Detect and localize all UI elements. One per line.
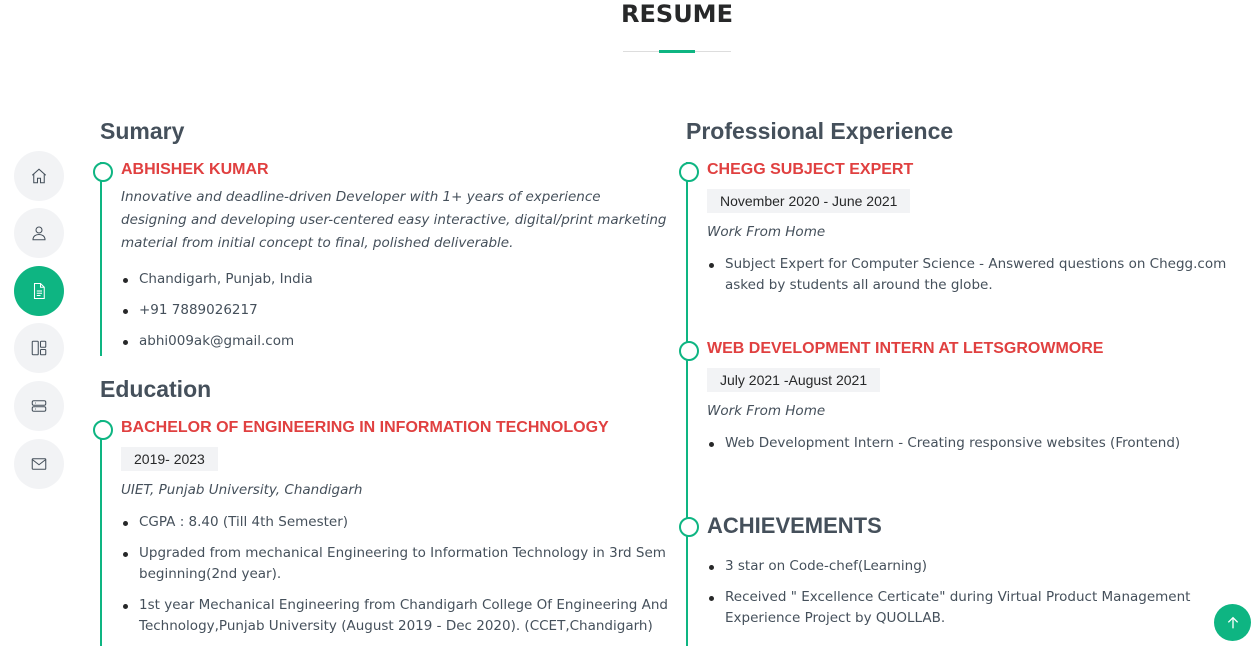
degree-title: BACHELOR OF ENGINEERING IN INFORMATION T… — [121, 419, 609, 436]
list-item: 1st year Mechanical Engineering from Cha… — [121, 595, 670, 637]
education-title: Education — [100, 376, 212, 402]
page-title: RESUME — [621, 0, 733, 28]
list-item: Subject Expert for Computer Science - An… — [707, 254, 1246, 296]
experience-points-list: Web Development Intern - Creating respon… — [707, 433, 1180, 454]
experience-role: CHEGG SUBJECT EXPERT — [707, 161, 914, 178]
user-icon — [32, 226, 46, 241]
nav-portfolio-button[interactable] — [14, 323, 64, 373]
list-item: CGPA : 8.40 (Till 4th Semester) — [121, 512, 670, 533]
envelope-icon — [31, 458, 47, 470]
summary-details-list: Chandigarh, Punjab, India +91 7889026217… — [121, 269, 670, 352]
nav-home-button[interactable] — [14, 151, 64, 201]
home-icon — [31, 168, 47, 184]
experience-location: Work From Home — [707, 224, 826, 240]
achievements-title: ACHIEVEMENTS — [707, 513, 882, 538]
experience-period: November 2020 - June 2021 — [707, 189, 911, 213]
email-text: abhi009ak@gmail.com — [121, 331, 670, 352]
list-item: 3 star on Code-chef(Learning) — [707, 556, 1246, 577]
nav-services-button[interactable] — [14, 381, 64, 431]
achievements-list: 3 star on Code-chef(Learning) Received "… — [707, 556, 1246, 629]
nav-contact-button[interactable] — [14, 439, 64, 489]
summary-description: Innovative and deadline-driven Developer… — [121, 189, 667, 251]
document-icon — [33, 282, 45, 300]
experience-location: Work From Home — [707, 403, 826, 419]
nav-about-button[interactable] — [14, 208, 64, 258]
server-icon — [31, 400, 47, 412]
achievements-item: ACHIEVEMENTS 3 star on Code-chef(Learnin… — [679, 513, 1246, 646]
education-points-list: CGPA : 8.40 (Till 4th Semester) Upgraded… — [121, 512, 670, 637]
education-item: BACHELOR OF ENGINEERING IN INFORMATION T… — [93, 419, 670, 646]
education-institution: UIET, Punjab University, Chandigarh — [121, 482, 363, 498]
location-text: Chandigarh, Punjab, India — [121, 269, 670, 290]
arrow-up-icon — [1227, 616, 1238, 628]
experience-role: WEB DEVELOPMENT INTERN AT LETSGROWMORE — [707, 340, 1104, 357]
title-accent-bar — [659, 50, 695, 53]
phone-text: +91 7889026217 — [121, 300, 670, 321]
experience-item: CHEGG SUBJECT EXPERT November 2020 - Jun… — [679, 161, 1246, 341]
experience-period: July 2021 -August 2021 — [707, 368, 881, 392]
summary-title: Sumary — [100, 118, 185, 144]
back-to-top-button[interactable] — [1214, 604, 1251, 641]
experience-title: Professional Experience — [686, 118, 954, 144]
portfolio-icon — [31, 340, 47, 356]
list-item: Web Development Intern - Creating respon… — [707, 433, 1180, 454]
nav-resume-button[interactable] — [14, 266, 64, 316]
experience-item: WEB DEVELOPMENT INTERN AT LETSGROWMORE J… — [678, 340, 1180, 517]
summary-item: ABHISHEK KUMAR Innovative and deadline-d… — [93, 161, 670, 356]
list-item: Received " Excellence Certicate" during … — [707, 587, 1246, 629]
education-years: 2019- 2023 — [121, 447, 218, 471]
summary-name: ABHISHEK KUMAR — [121, 161, 269, 178]
experience-points-list: Subject Expert for Computer Science - An… — [707, 254, 1246, 296]
list-item: Upgraded from mechanical Engineering to … — [121, 543, 670, 585]
